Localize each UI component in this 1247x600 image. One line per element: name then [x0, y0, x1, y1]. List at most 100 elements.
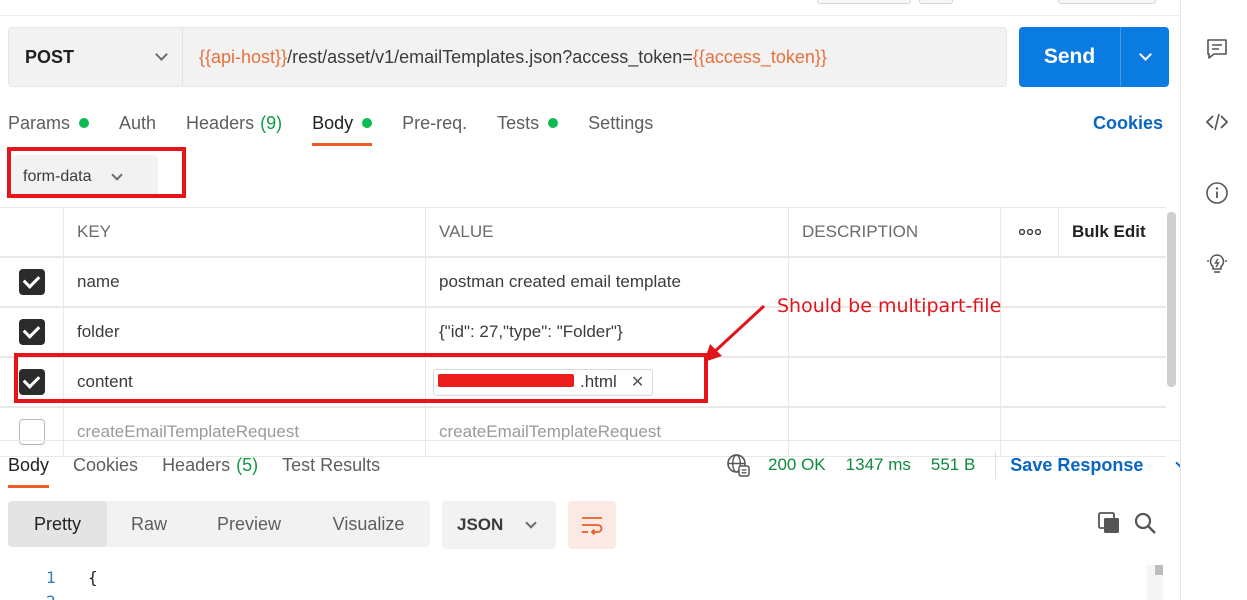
row-key[interactable]: folder — [64, 308, 426, 356]
column-header-key: KEY — [64, 208, 426, 256]
cookies-link[interactable]: Cookies — [1093, 113, 1163, 134]
response-code-view[interactable]: 1 { 2 — [0, 562, 1150, 600]
column-header-description: DESCRIPTION — [789, 208, 1001, 256]
response-tab-headers-label: Headers — [162, 454, 231, 475]
lightbulb-icon[interactable] — [1205, 252, 1229, 276]
status-dot — [548, 118, 559, 128]
method-select[interactable]: POST — [9, 28, 183, 86]
toolbar-button-partial[interactable] — [1058, 0, 1156, 4]
send-button[interactable]: Send — [1019, 27, 1121, 87]
tab-headers-label: Headers — [186, 112, 255, 133]
annotation-arrow-icon — [704, 304, 766, 362]
status-dot — [362, 118, 373, 128]
network-globe-icon[interactable] — [726, 453, 750, 477]
row-spacer — [1001, 408, 1059, 456]
response-meta: 200 OK 1347 ms 551 B Save Response — [726, 451, 1205, 479]
response-size[interactable]: 551 B — [931, 455, 975, 475]
view-raw-button[interactable]: Raw — [107, 501, 191, 547]
method-label: POST — [25, 46, 75, 67]
url-host-variable: {{api-host}} — [199, 46, 288, 67]
more-dots-icon — [1018, 229, 1041, 235]
row-checkbox-cell — [0, 258, 64, 306]
bulk-edit-button[interactable]: Bulk Edit — [1059, 208, 1166, 256]
table-header-row: KEY VALUE DESCRIPTION Bulk Edit — [0, 207, 1166, 257]
tab-body[interactable]: Body — [312, 108, 373, 146]
comments-icon[interactable] — [1205, 37, 1229, 61]
response-tab-cookies-label: Cookies — [73, 454, 139, 475]
code-snippet-icon[interactable] — [1205, 110, 1229, 134]
tab-settings-label: Settings — [588, 112, 654, 133]
response-tab-headers[interactable]: Headers (5) — [162, 452, 258, 478]
response-headers-count: (5) — [236, 454, 259, 475]
response-tab-test-results[interactable]: Test Results — [282, 452, 380, 478]
row-description[interactable] — [789, 358, 1001, 406]
response-tab-body[interactable]: Body — [8, 452, 50, 488]
wrap-lines-icon — [582, 517, 603, 535]
search-icon[interactable] — [1133, 511, 1157, 535]
row-checkbox[interactable] — [18, 319, 45, 345]
tab-prereq-label: Pre-req. — [402, 112, 468, 133]
divider — [995, 451, 997, 479]
row-spacer — [1001, 258, 1059, 306]
top-toolbar-strip — [0, 0, 1180, 16]
copy-icon[interactable] — [1097, 511, 1121, 535]
table-row: createEmailTemplateRequest createEmailTe… — [0, 407, 1166, 457]
tab-tests-label: Tests — [497, 112, 540, 133]
row-spacer — [1001, 358, 1059, 406]
row-checkbox-cell — [0, 408, 64, 456]
response-view-selector: Pretty Raw Preview Visualize — [8, 501, 430, 547]
tab-headers[interactable]: Headers (9) — [186, 108, 282, 138]
tab-body-label: Body — [312, 112, 354, 133]
row-value[interactable]: createEmailTemplateRequest — [426, 408, 789, 456]
row-key[interactable]: createEmailTemplateRequest — [64, 408, 426, 456]
url-token-variable: {{access_token}} — [692, 46, 827, 67]
url-input[interactable]: {{api-host}} /rest/asset/v1/emailTemplat… — [183, 28, 1006, 86]
tab-auth-label: Auth — [119, 112, 157, 133]
row-checkbox[interactable] — [18, 269, 45, 295]
response-tabs: Body Cookies Headers (5) Test Results — [8, 452, 404, 488]
line-number-partial: 2 — [46, 592, 56, 600]
chevron-down-icon — [525, 516, 537, 529]
table-scrollbar[interactable] — [1167, 212, 1176, 387]
row-key[interactable]: name — [64, 258, 426, 306]
line-number: 1 — [46, 568, 56, 587]
row-checkbox[interactable] — [18, 419, 45, 445]
chevron-down-icon — [1138, 48, 1152, 61]
view-visualize-button[interactable]: Visualize — [307, 501, 430, 547]
response-tab-cookies[interactable]: Cookies — [73, 452, 138, 478]
view-preview-button[interactable]: Preview — [191, 501, 307, 547]
request-tabs: Params Auth Headers (9) Body Pre-req. Te… — [8, 108, 683, 146]
info-icon[interactable] — [1205, 181, 1229, 205]
more-options-button[interactable] — [1001, 208, 1059, 256]
wrap-lines-button[interactable] — [568, 501, 616, 549]
row-value[interactable]: postman created email template — [426, 258, 789, 306]
headers-count-badge: (9) — [260, 112, 283, 133]
tab-params-label: Params — [8, 112, 71, 133]
highlight-box-body-type — [7, 147, 186, 198]
chevron-down-icon — [155, 48, 168, 61]
row-description[interactable] — [789, 408, 1001, 456]
column-header-value: VALUE — [426, 208, 789, 256]
toolbar-button-partial[interactable] — [919, 0, 953, 4]
code-line: { — [88, 568, 98, 587]
response-time[interactable]: 1347 ms — [846, 455, 911, 475]
response-format-label: JSON — [457, 515, 504, 534]
url-path: /rest/asset/v1/emailTemplates.json?acces… — [287, 46, 693, 67]
toolbar-button-partial[interactable] — [817, 0, 911, 4]
status-code[interactable]: 200 OK — [768, 455, 826, 475]
tab-prereq[interactable]: Pre-req. — [402, 108, 467, 138]
response-format-select[interactable]: JSON — [442, 501, 556, 549]
row-checkbox-cell — [0, 308, 64, 356]
view-pretty-button[interactable]: Pretty — [8, 501, 107, 547]
header-checkbox-column — [0, 208, 64, 256]
tab-auth[interactable]: Auth — [119, 108, 156, 138]
request-url-bar: POST {{api-host}} /rest/asset/v1/emailTe… — [8, 27, 1007, 87]
code-scrollbar-thumb[interactable] — [1155, 565, 1163, 575]
send-options-button[interactable] — [1121, 27, 1169, 87]
tab-settings[interactable]: Settings — [588, 108, 653, 138]
tab-params[interactable]: Params — [8, 108, 90, 138]
annotation-text: Should be multipart-file — [777, 295, 1002, 317]
save-response-button[interactable]: Save Response — [1010, 455, 1205, 476]
save-response-label: Save Response — [1010, 454, 1144, 475]
tab-tests[interactable]: Tests — [497, 108, 559, 138]
